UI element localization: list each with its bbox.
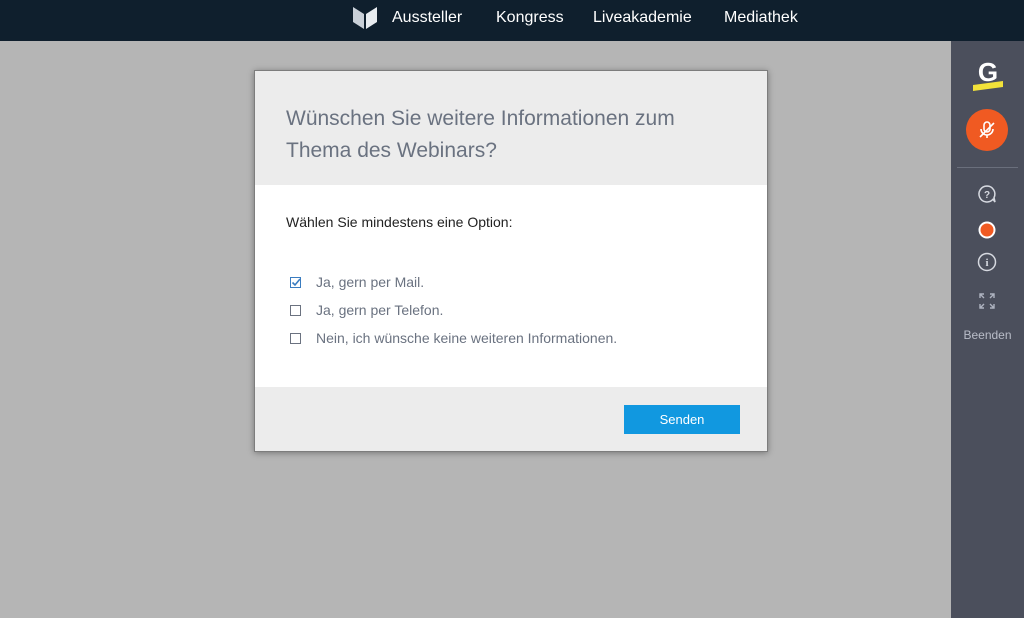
rail-divider — [957, 167, 1018, 168]
option-label: Nein, ich wünsche keine weiteren Informa… — [316, 330, 618, 346]
record-icon[interactable] — [977, 220, 997, 240]
checkbox-decline[interactable] — [290, 332, 301, 344]
option-decline[interactable]: Nein, ich wünsche keine weiteren Informa… — [290, 329, 617, 347]
checkbox-mail[interactable] — [290, 276, 301, 288]
help-chat-icon[interactable]: ? — [977, 184, 997, 204]
option-label: Ja, gern per Mail. — [316, 274, 425, 290]
send-button[interactable]: Senden — [624, 405, 740, 434]
exit-button[interactable]: Beenden — [951, 328, 1024, 342]
option-mail[interactable]: Ja, gern per Mail. — [290, 273, 424, 291]
g-logo-icon: G — [973, 57, 1003, 91]
control-sidebar: G ? i Beenden — [951, 41, 1024, 618]
dialog-title: Wünschen Sie weitere Informationen zum T… — [286, 107, 675, 162]
info-request-dialog: Wünschen Sie weitere Informationen zum T… — [254, 70, 768, 452]
dialog-footer: Senden — [255, 387, 767, 451]
info-icon[interactable]: i — [977, 252, 997, 272]
dialog-body: Wählen Sie mindestens eine Option: Ja, g… — [255, 185, 767, 387]
nav-link-aussteller[interactable]: Aussteller — [392, 8, 462, 28]
svg-text:i: i — [985, 257, 988, 269]
checkmark-icon — [291, 277, 301, 286]
top-navigation-bar: Aussteller Kongress Liveakademie Mediath… — [0, 0, 1024, 41]
svg-text:G: G — [978, 57, 998, 87]
option-prompt: Wählen Sie mindestens eine Option: — [286, 214, 513, 230]
option-phone[interactable]: Ja, gern per Telefon. — [290, 301, 443, 319]
fullscreen-icon[interactable] — [977, 291, 997, 311]
nav-link-kongress[interactable]: Kongress — [496, 8, 564, 28]
svg-text:?: ? — [984, 190, 990, 201]
mute-microphone-button[interactable] — [966, 109, 1008, 151]
option-label: Ja, gern per Telefon. — [316, 302, 444, 318]
nav-link-mediathek[interactable]: Mediathek — [724, 8, 798, 28]
brand-logo-icon[interactable] — [352, 5, 378, 31]
mic-muted-icon — [979, 121, 995, 138]
dialog-header: Wünschen Sie weitere Informationen zum T… — [255, 71, 767, 185]
nav-link-liveakademie[interactable]: Liveakademie — [593, 8, 692, 28]
checkbox-phone[interactable] — [290, 304, 301, 316]
